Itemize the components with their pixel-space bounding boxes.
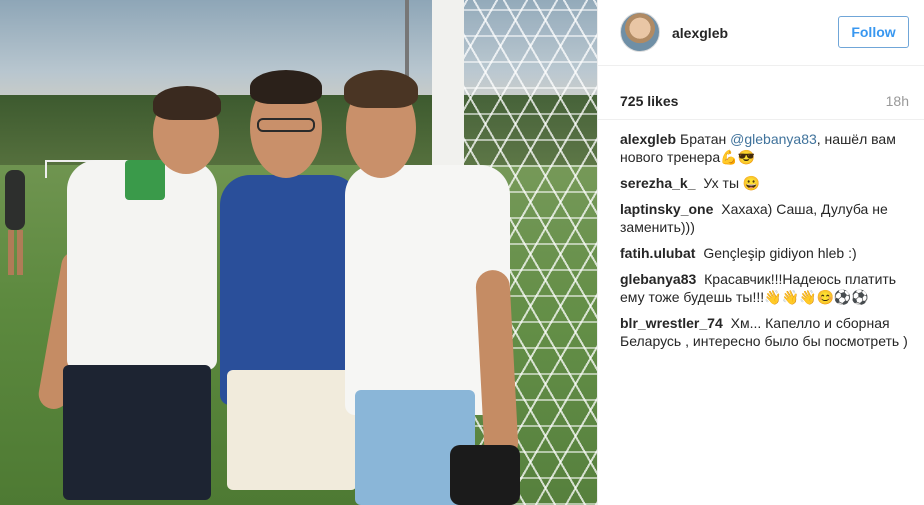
photo-background-person <box>0 160 30 280</box>
likes-count[interactable]: 725 likes <box>620 93 678 109</box>
comment-item: glebanya83 Красавчик!!!Надеюсь платить е… <box>620 270 915 306</box>
comment-text: Братан <box>680 131 731 147</box>
post-timestamp: 18h <box>885 93 909 109</box>
comments-list: alexgleb Братан @glebanya83, нашёл вам но… <box>620 130 915 358</box>
comment-item: fatih.ulubat Gençleşip gidiyon hleb :) <box>620 244 915 262</box>
photo-person-right <box>340 70 520 505</box>
comment-item: laptinsky_one Хахаха) Саша, Дулуба не за… <box>620 200 915 236</box>
post-stats: 725 likes 18h <box>598 66 924 120</box>
comment-item: blr_wrestler_74 Хм... Капелло и сборная … <box>620 314 915 350</box>
comment-username[interactable]: blr_wrestler_74 <box>620 315 723 331</box>
comment-text: Ух ты 😀 <box>703 175 761 191</box>
comment-username[interactable]: laptinsky_one <box>620 201 713 217</box>
comment-item: alexgleb Братан @glebanya83, нашёл вам но… <box>620 130 915 166</box>
post-sidebar: alexgleb Follow 725 likes 18h alexgleb Бр… <box>597 0 924 505</box>
photo-person-left <box>36 80 235 505</box>
avatar[interactable] <box>620 12 660 52</box>
comment-username[interactable]: fatih.ulubat <box>620 245 695 261</box>
comment-username[interactable]: glebanya83 <box>620 271 696 287</box>
comment-text: Gençleşip gidiyon hleb :) <box>703 245 857 261</box>
comment-username[interactable]: serezha_k_ <box>620 175 696 191</box>
post-photo[interactable] <box>0 0 597 505</box>
comment-mention[interactable]: @glebanya83 <box>730 131 817 147</box>
post-username[interactable]: alexgleb <box>672 25 728 41</box>
comment-username[interactable]: alexgleb <box>620 131 676 147</box>
post-header: alexgleb Follow <box>598 0 924 66</box>
comment-item: serezha_k_ Ух ты 😀 <box>620 174 915 192</box>
follow-button[interactable]: Follow <box>838 16 909 48</box>
